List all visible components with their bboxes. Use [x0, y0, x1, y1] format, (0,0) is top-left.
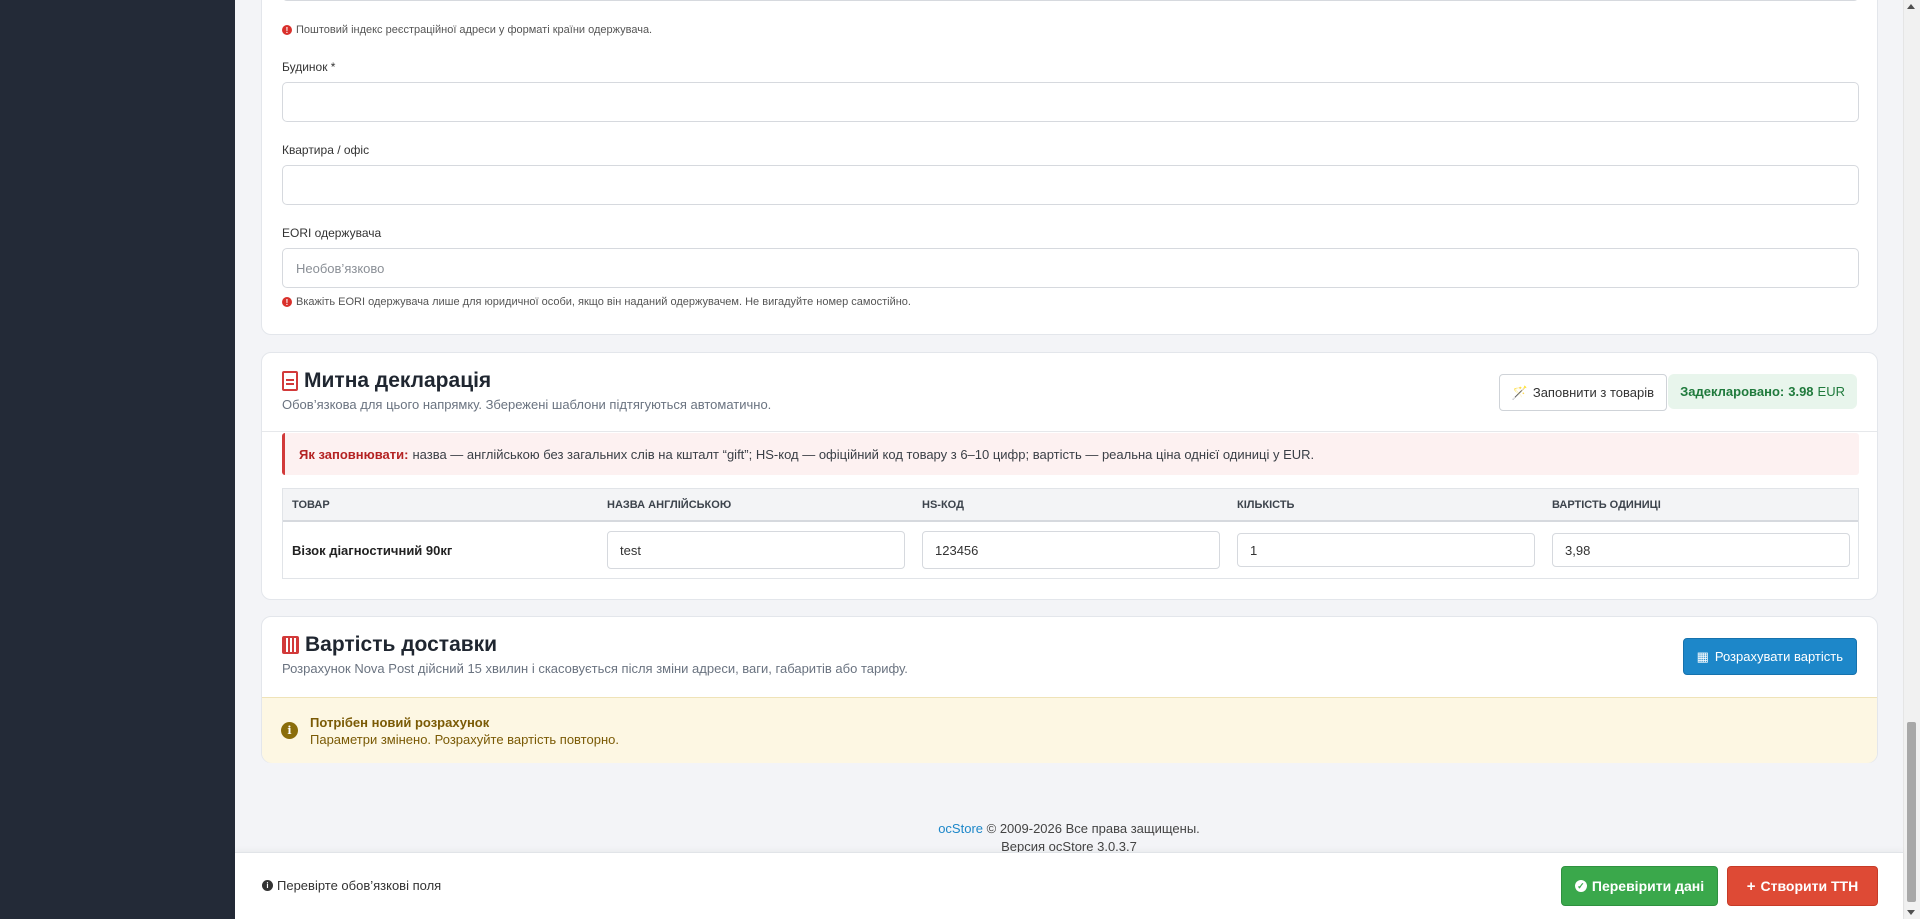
name-en-input[interactable]: [607, 531, 905, 569]
quantity-input[interactable]: [1237, 533, 1535, 567]
magic-wand-icon: 🪄: [1511, 384, 1528, 400]
table-header: Товар Назва англійською HS-код Кількість…: [283, 489, 1858, 522]
bottom-action-bar: i Перевірте обов’язкові поля ✓ Перевірит…: [235, 852, 1903, 919]
column-header-product: Товар: [292, 498, 330, 511]
delivery-cost-card: Вартість доставки Розрахунок Nova Post д…: [261, 616, 1878, 763]
scroll-down-arrow-icon[interactable]: [1907, 910, 1915, 915]
column-header-unit-price: Вартість одиниці: [1552, 498, 1661, 511]
product-name: Візок діагностичний 90кг: [292, 542, 453, 558]
check-circle-icon: ✓: [1574, 880, 1587, 892]
recalculation-notice: i Потрібен новий розрахунок Параметри зм…: [262, 697, 1877, 763]
eori-input[interactable]: [282, 248, 1859, 288]
postal-code-input[interactable]: [282, 0, 1859, 1]
delivery-title: Вартість доставки: [282, 633, 497, 657]
apartment-label: Квартира / офіс: [282, 143, 370, 157]
scroll-thumb[interactable]: [1907, 722, 1916, 902]
column-header-hs-code: HS-код: [922, 498, 964, 511]
page-scrollbar[interactable]: [1903, 0, 1920, 919]
declared-total-badge: Задекларовано: 3.98 EUR: [1668, 374, 1857, 409]
error-circle-icon: !: [282, 297, 292, 307]
footer-copyright: ocStore © 2009-2026 Все права защищены.: [938, 821, 1200, 836]
declared-currency: EUR: [1817, 384, 1845, 399]
scroll-up-arrow-icon[interactable]: [1907, 4, 1915, 9]
plus-icon: +: [1746, 877, 1756, 895]
eori-hint: ! Вкажіть EORI одержувача лише для юриди…: [282, 296, 911, 308]
address-card: ! Поштовий індекс реєстраційної адреси у…: [261, 0, 1878, 335]
main-content: ! Поштовий індекс реєстраційної адреси у…: [235, 0, 1903, 919]
sidebar: [0, 0, 235, 919]
ocstore-link[interactable]: ocStore: [938, 821, 983, 836]
house-input[interactable]: [282, 82, 1859, 122]
hs-code-input[interactable]: [922, 531, 1220, 569]
verify-data-button[interactable]: ✓ Перевірити дані: [1561, 866, 1718, 906]
check-required-note: i Перевірте обов’язкові поля: [262, 878, 441, 893]
notice-text: Параметри змінено. Розрахуйте вартість п…: [310, 731, 619, 747]
customs-subtitle: Обов’язкова для цього напрямку. Збережен…: [282, 397, 772, 412]
notice-title: Потрібен новий розрахунок: [310, 714, 490, 730]
column-header-quantity: Кількість: [1237, 498, 1295, 511]
eori-label: EORI одержувача: [282, 226, 382, 240]
calculator-icon: ▦: [1696, 648, 1709, 664]
customs-items-table: Товар Назва англійською HS-код Кількість…: [282, 488, 1859, 579]
house-label: Будинок *: [282, 60, 336, 74]
postal-hint: ! Поштовий індекс реєстраційної адреси у…: [282, 24, 652, 36]
calculator-icon: [282, 636, 299, 654]
declared-value: 3.98: [1788, 384, 1814, 399]
calculate-cost-button[interactable]: ▦ Розрахувати вартість: [1682, 638, 1857, 675]
info-icon: i: [281, 722, 298, 739]
customs-declaration-card: Митна декларація Обов’язкова для цього н…: [261, 352, 1878, 600]
how-to-fill-alert: Як заповнювати: назва — англійською без …: [282, 433, 1859, 475]
fill-from-products-button[interactable]: 🪄 Заповнити з товарів: [1498, 374, 1667, 411]
info-circle-icon: i: [262, 880, 273, 891]
customs-title: Митна декларація: [282, 369, 491, 393]
error-circle-icon: !: [282, 25, 292, 35]
document-icon: [282, 371, 298, 391]
unit-price-input[interactable]: [1552, 533, 1850, 567]
create-ttn-button[interactable]: + Створити ТТН: [1727, 866, 1878, 906]
card-divider: [262, 431, 1877, 432]
apartment-input[interactable]: [282, 165, 1859, 205]
delivery-subtitle: Розрахунок Nova Post дійсний 15 хвилин і…: [282, 661, 908, 676]
table-row: Візок діагностичний 90кг: [283, 522, 1858, 578]
column-header-name-en: Назва англійською: [607, 498, 732, 511]
